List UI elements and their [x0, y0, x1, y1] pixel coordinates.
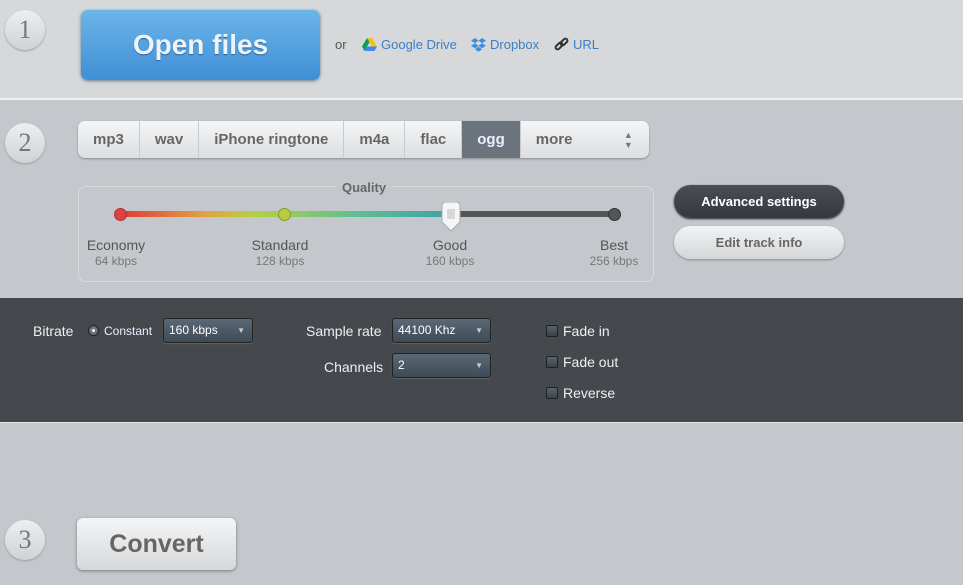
- bitrate-label: Bitrate: [33, 323, 74, 339]
- slider-stop-best[interactable]: [608, 208, 621, 221]
- quality-slider-thumb[interactable]: [440, 202, 462, 232]
- dropbox-label: Dropbox: [490, 37, 540, 52]
- reverse-label: Reverse: [563, 385, 616, 401]
- channels-select[interactable]: 2 ▼: [392, 353, 491, 378]
- tab-flac[interactable]: flac: [405, 121, 463, 158]
- fade-in-label: Fade in: [563, 323, 610, 339]
- quality-title: Quality: [336, 180, 393, 195]
- bitrate-select[interactable]: 160 kbps ▼: [163, 318, 253, 343]
- sample-rate-value: 44100 Khz: [398, 323, 456, 337]
- format-tabs: mp3 wav iPhone ringtone m4a flac ogg mor…: [78, 121, 649, 158]
- caret-down-icon: ▼: [475, 326, 483, 335]
- quality-standard-label: Standard: [251, 237, 309, 253]
- quality-economy-kbps: 64 kbps: [94, 254, 138, 268]
- dropbox-link[interactable]: Dropbox: [471, 37, 539, 52]
- quality-good-kbps: 160 kbps: [425, 254, 475, 268]
- slider-stop-economy[interactable]: [114, 208, 127, 221]
- sample-rate-label: Sample rate: [306, 323, 382, 339]
- step-3-badge: 3: [5, 520, 45, 560]
- convert-button[interactable]: Convert: [77, 518, 236, 570]
- caret-down-icon: ▼: [237, 326, 245, 335]
- sample-rate-select[interactable]: 44100 Khz ▼: [392, 318, 491, 343]
- quality-standard-kbps: 128 kbps: [255, 254, 305, 268]
- fade-in-checkbox[interactable]: Fade in: [546, 323, 610, 339]
- constant-label: Constant: [104, 324, 153, 338]
- channels-label: Channels: [324, 359, 384, 375]
- updown-icon: ▲ ▼: [623, 130, 633, 150]
- url-link[interactable]: URL: [554, 37, 599, 52]
- bitrate-value: 160 kbps: [169, 323, 218, 337]
- open-files-button[interactable]: Open files: [81, 10, 320, 80]
- url-label: URL: [573, 37, 600, 52]
- advanced-settings-button[interactable]: Advanced settings: [674, 185, 844, 218]
- tab-wav[interactable]: wav: [140, 121, 200, 158]
- step-1-badge: 1: [5, 10, 45, 50]
- link-icon: [554, 37, 569, 51]
- google-drive-label: Google Drive: [381, 37, 457, 52]
- tab-ogg[interactable]: ogg: [462, 121, 521, 158]
- more-label: more: [535, 131, 573, 148]
- checkbox-box[interactable]: [546, 325, 558, 337]
- tab-mp3[interactable]: mp3: [78, 121, 140, 158]
- reverse-checkbox[interactable]: Reverse: [546, 385, 615, 401]
- slider-stop-standard[interactable]: [278, 208, 291, 221]
- tab-iphone-ringtone[interactable]: iPhone ringtone: [199, 121, 345, 158]
- or-label: or: [335, 37, 347, 52]
- constant-radio[interactable]: [88, 325, 99, 336]
- fade-out-label: Fade out: [563, 354, 619, 370]
- checkbox-box[interactable]: [546, 356, 558, 368]
- caret-down-icon: ▼: [475, 361, 483, 370]
- tab-m4a[interactable]: m4a: [344, 121, 406, 158]
- google-drive-icon: [362, 38, 377, 51]
- quality-best-kbps: 256 kbps: [589, 254, 639, 268]
- more-formats-dropdown[interactable]: more ▲ ▼: [521, 121, 649, 158]
- quality-economy-label: Economy: [86, 237, 146, 253]
- dropbox-icon: [471, 37, 486, 52]
- channels-value: 2: [398, 358, 405, 372]
- quality-good-label: Good: [432, 237, 468, 253]
- step-2-badge: 2: [5, 123, 45, 163]
- checkbox-box[interactable]: [546, 387, 558, 399]
- fade-out-checkbox[interactable]: Fade out: [546, 354, 618, 370]
- google-drive-link[interactable]: Google Drive: [362, 37, 457, 52]
- quality-best-label: Best: [599, 237, 628, 253]
- edit-track-info-button[interactable]: Edit track info: [674, 226, 844, 259]
